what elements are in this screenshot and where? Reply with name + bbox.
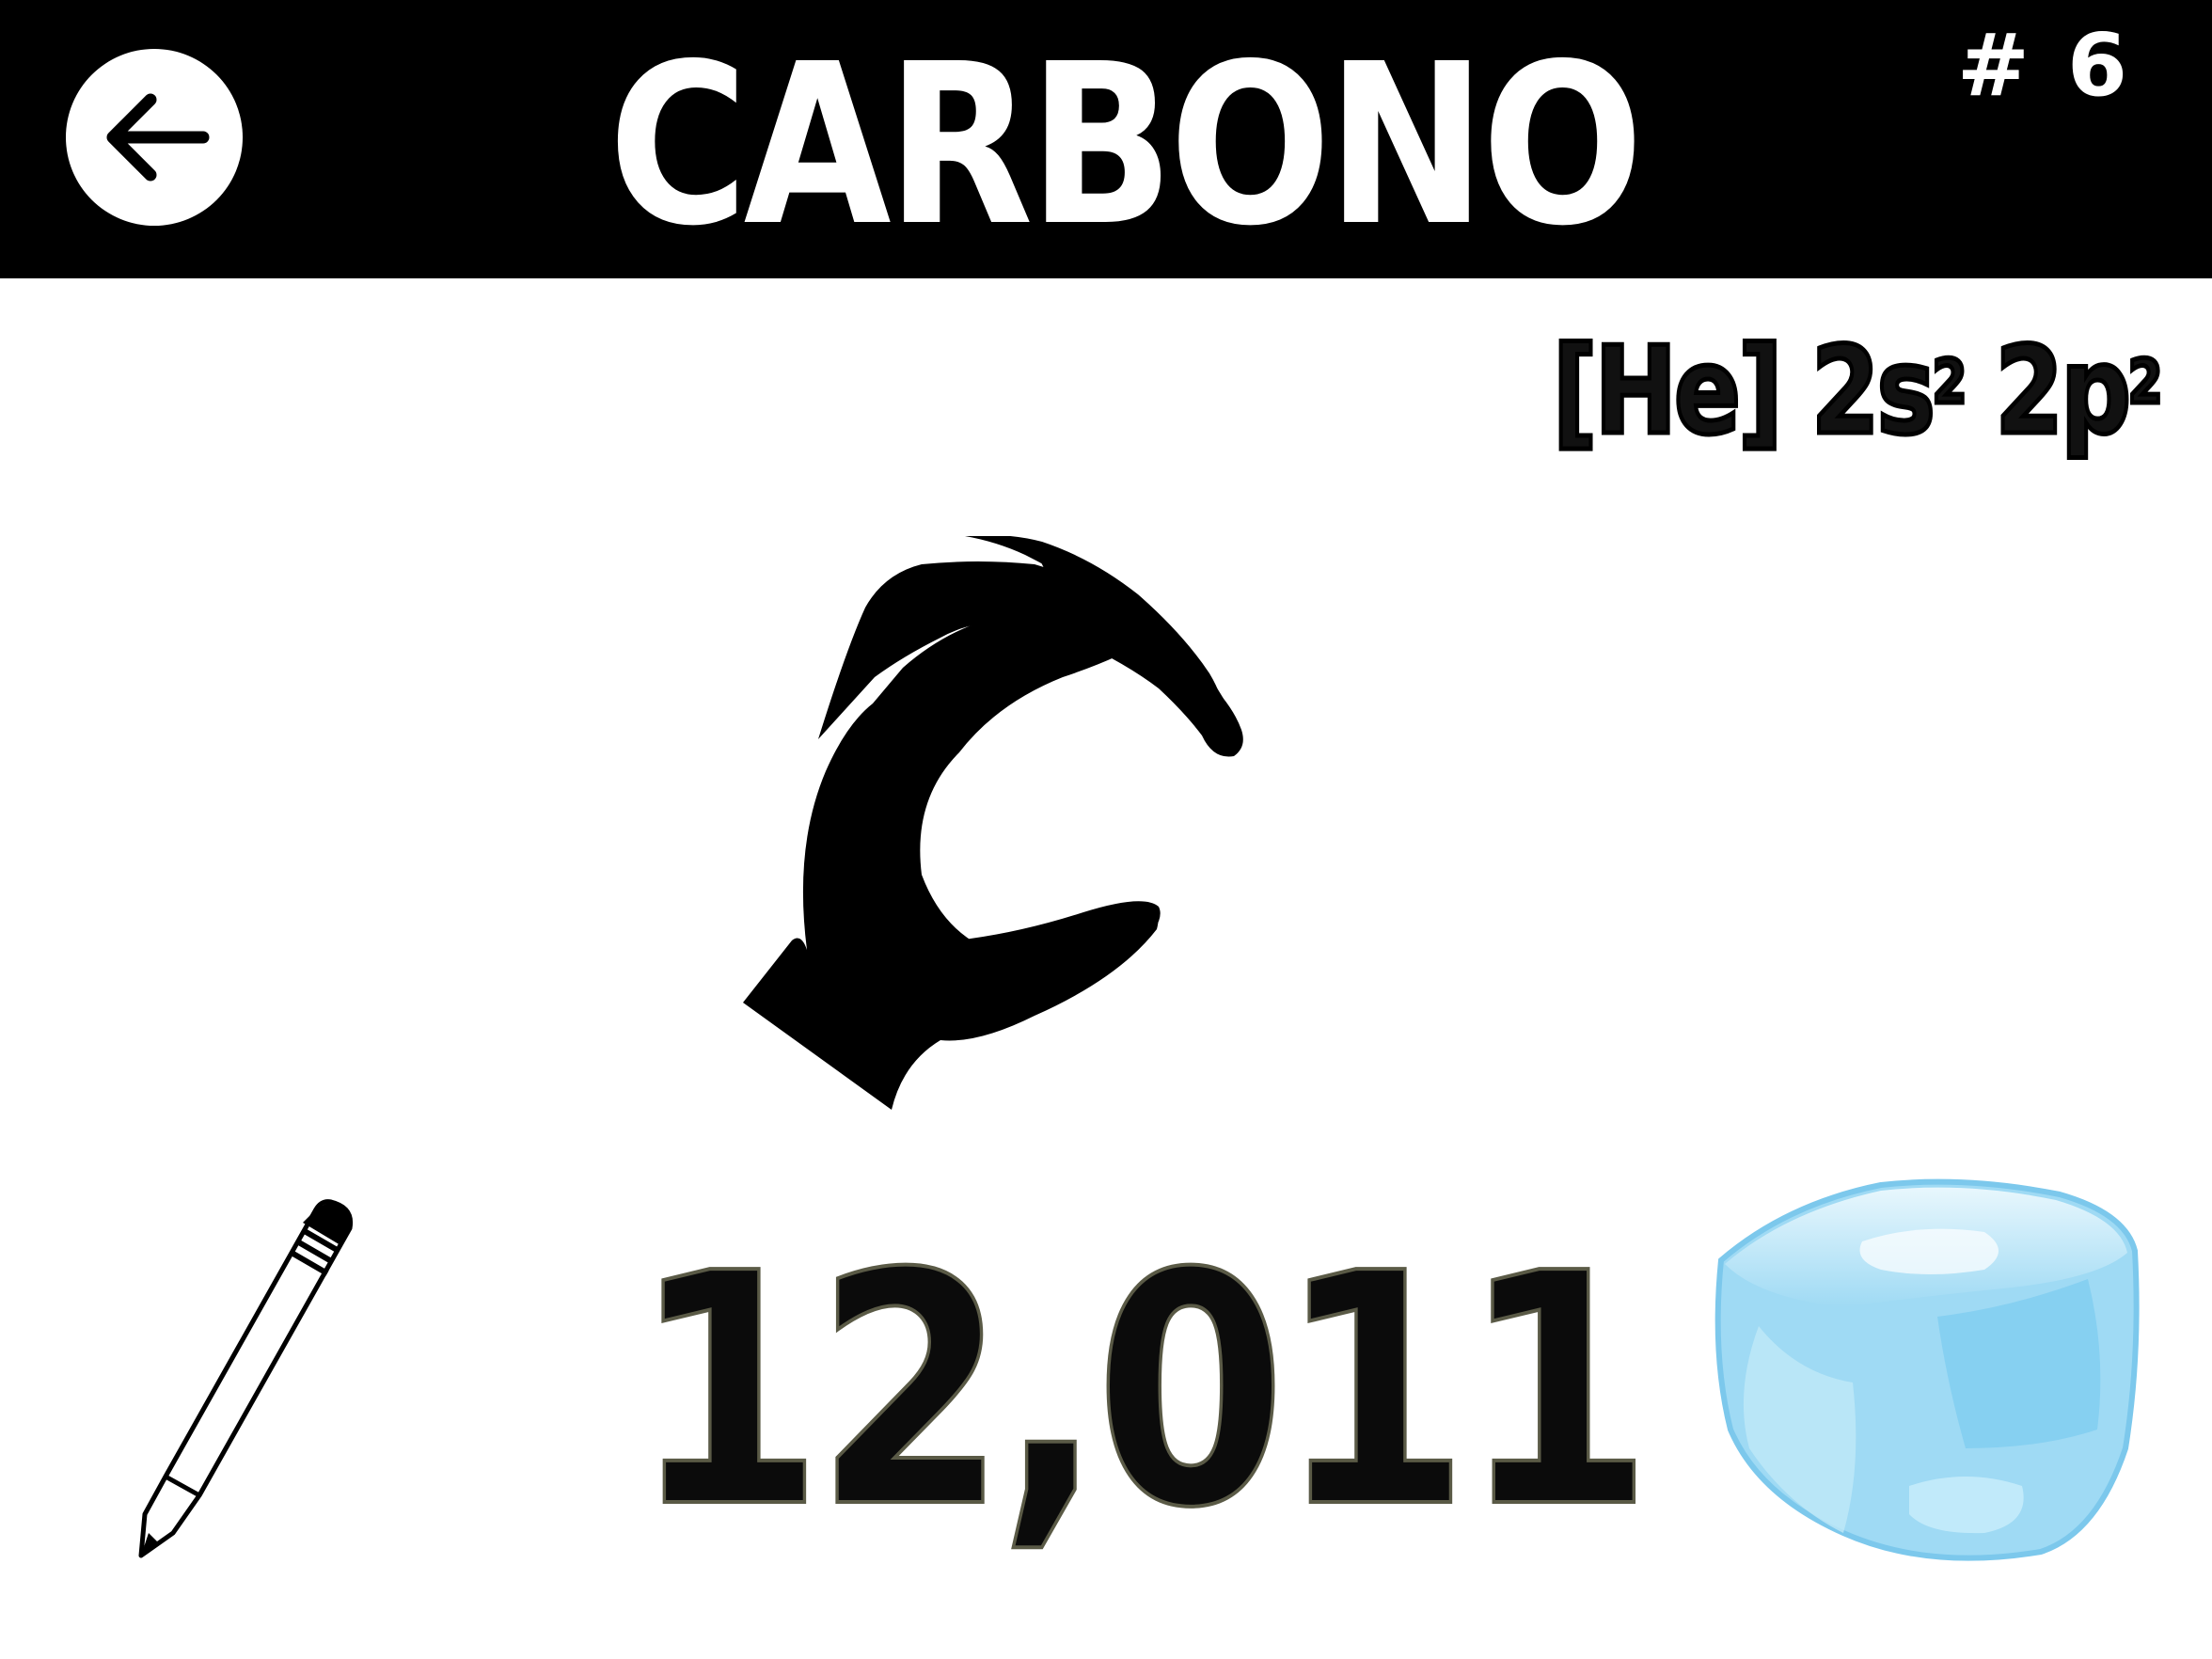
config-orbital-2: 2p xyxy=(1993,320,2133,465)
config-orbital-1: 2s xyxy=(1809,320,1937,465)
header-bar: CARBONO # 6 xyxy=(0,0,2212,278)
hand-sign-c-icon xyxy=(743,536,1243,1110)
config-orbital-2-exponent: 2 xyxy=(2126,346,2165,420)
config-orbital-1-exponent: 2 xyxy=(1931,346,1969,420)
arrow-left-icon xyxy=(106,93,210,182)
element-number: # 6 xyxy=(1956,15,2131,116)
electron-configuration: [He] 2s2 2p2 xyxy=(1551,312,2165,472)
ice-cube-icon xyxy=(1714,1178,2140,1561)
atomic-mass: 12,011 xyxy=(630,1206,1654,1578)
back-button[interactable] xyxy=(66,49,243,226)
element-title: CARBONO xyxy=(608,16,1644,275)
pencil-icon xyxy=(138,1199,354,1558)
config-core: [He] xyxy=(1551,320,1785,465)
